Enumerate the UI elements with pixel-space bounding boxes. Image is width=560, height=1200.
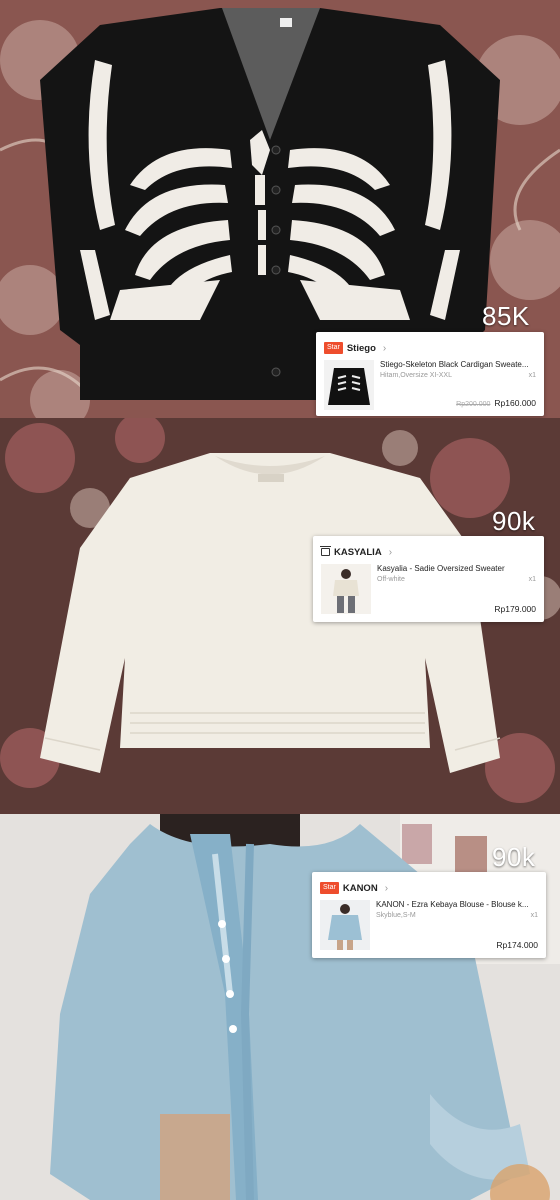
- shop-header[interactable]: Star Stiego ›: [324, 340, 386, 356]
- sale-price: Rp174.000: [496, 940, 538, 950]
- product-variant: Off-white: [377, 576, 405, 583]
- price-label: 90k: [492, 842, 536, 872]
- sale-price: Rp179.000: [494, 604, 536, 614]
- chevron-right-icon: ›: [388, 546, 393, 558]
- quantity: x1: [530, 912, 538, 919]
- product-name: KANON - Ezra Kebaya Blouse - Blouse k...: [376, 900, 529, 909]
- price-row: Rp179.000: [494, 604, 536, 614]
- shop-name: KANON: [342, 882, 378, 894]
- shop-name: KASYALIA: [334, 546, 382, 558]
- shop-name: Stiego: [346, 342, 376, 354]
- product-name: Kasyalia - Sadie Oversized Sweater: [377, 564, 505, 573]
- price-row: Rp174.000: [496, 940, 538, 950]
- price-label: 85K: [482, 301, 530, 331]
- product-thumbnail: [320, 900, 370, 950]
- quantity: x1: [528, 576, 536, 583]
- store-icon: [320, 546, 331, 556]
- order-card[interactable]: Star KANON › KANON - Ezra Kebaya Blouse …: [312, 872, 546, 958]
- order-card[interactable]: KASYALIA › Kasyalia - Sadie Oversized Sw…: [313, 536, 544, 622]
- product-variant: Skyblue,S-M: [376, 912, 416, 919]
- post-photo-kebaya-blouse: 90k Star KANON › KANON - Ezra Kebaya Blo…: [0, 814, 560, 1200]
- quantity: x1: [528, 372, 536, 379]
- chevron-right-icon: ›: [382, 342, 387, 354]
- price-label: 90k: [492, 506, 536, 536]
- price-row: Rp200.000 Rp160.000: [456, 398, 536, 408]
- shop-header[interactable]: KASYALIA ›: [320, 544, 393, 560]
- original-price: Rp200.000: [456, 401, 491, 408]
- post-photo-cream-sweater: 90k KASYALIA › Kasyalia - Sadie Oversize…: [0, 418, 560, 814]
- product-name: Stiego-Skeleton Black Cardigan Sweate...: [380, 360, 529, 369]
- post-photo-skeleton-cardigan: 85K Star Stiego › Stiego-Skeleton Black …: [0, 0, 560, 418]
- chevron-right-icon: ›: [384, 882, 389, 894]
- product-thumbnail: [321, 564, 371, 614]
- product-thumbnail: [324, 360, 374, 410]
- order-card[interactable]: Star Stiego › Stiego-Skeleton Black Card…: [316, 332, 544, 416]
- sale-price: Rp160.000: [494, 398, 536, 408]
- star-badge: Star: [324, 342, 343, 354]
- product-variant: Hitam,Oversize XI-XXL: [380, 372, 452, 379]
- shop-header[interactable]: Star KANON ›: [320, 880, 388, 896]
- star-badge: Star: [320, 882, 339, 894]
